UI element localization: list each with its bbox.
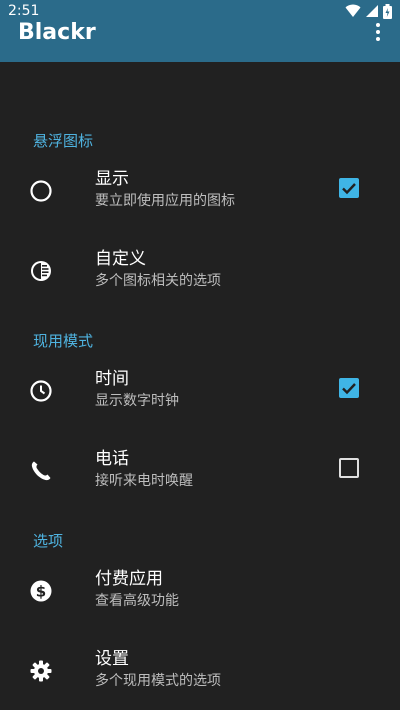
pref-title: 设置 bbox=[95, 649, 129, 669]
pref-title: 显示 bbox=[95, 169, 129, 189]
battery-icon bbox=[383, 3, 392, 19]
pref-summary: 显示数字时钟 bbox=[95, 393, 179, 409]
pref-summary: 多个图标相关的选项 bbox=[95, 273, 221, 289]
signal-icon bbox=[366, 5, 378, 17]
section-header-ambient-mode: 现用模式 bbox=[33, 332, 94, 350]
pref-item-show[interactable]: 显示 要立即使用应用的图标 bbox=[0, 150, 400, 230]
status-time: 2:51 bbox=[8, 3, 40, 19]
check-icon bbox=[342, 183, 356, 195]
section-header-floating-icon: 悬浮图标 bbox=[33, 132, 94, 150]
pref-item-premium[interactable]: $ 付费应用 查看高级功能 bbox=[0, 550, 400, 630]
overflow-menu-icon[interactable] bbox=[370, 20, 386, 44]
pref-item-settings[interactable]: 设置 多个现用模式的选项 bbox=[0, 630, 400, 710]
svg-text:$: $ bbox=[36, 583, 46, 601]
pref-summary: 接听来电时唤醒 bbox=[95, 473, 193, 489]
pref-summary: 查看高级功能 bbox=[95, 593, 179, 609]
pref-title: 时间 bbox=[95, 369, 129, 389]
status-bar: 2:51 bbox=[0, 0, 400, 22]
pref-item-customize[interactable]: 自定义 多个图标相关的选项 bbox=[0, 230, 400, 310]
pref-title: 自定义 bbox=[95, 249, 146, 269]
pref-summary: 多个现用模式的选项 bbox=[95, 673, 221, 689]
pref-summary: 要立即使用应用的图标 bbox=[95, 193, 235, 209]
wifi-icon bbox=[345, 4, 361, 17]
pref-title: 电话 bbox=[95, 449, 129, 469]
pref-title: 付费应用 bbox=[95, 569, 163, 589]
time-checkbox[interactable] bbox=[339, 378, 359, 398]
section-header-options: 选项 bbox=[33, 532, 64, 550]
circle-icon bbox=[30, 180, 52, 202]
contrast-icon bbox=[31, 261, 51, 281]
gear-icon bbox=[30, 660, 52, 682]
phone-icon bbox=[31, 461, 51, 481]
app-title: Blackr bbox=[18, 20, 96, 45]
dollar-icon: $ bbox=[30, 580, 52, 602]
show-checkbox[interactable] bbox=[339, 178, 359, 198]
phone-checkbox[interactable] bbox=[339, 458, 359, 478]
pref-item-phone[interactable]: 电话 接听来电时唤醒 bbox=[0, 430, 400, 510]
check-icon bbox=[342, 383, 356, 395]
pref-item-time[interactable]: 时间 显示数字时钟 bbox=[0, 350, 400, 430]
clock-icon bbox=[30, 380, 52, 402]
